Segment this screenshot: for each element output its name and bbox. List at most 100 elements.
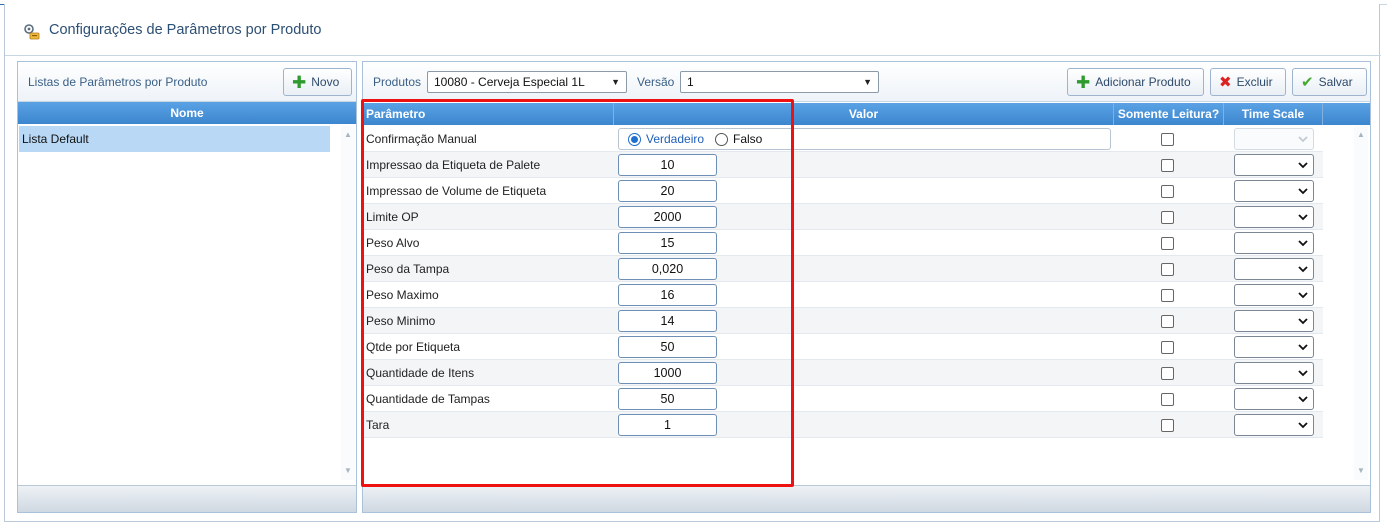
value-input[interactable]: 50 bbox=[618, 388, 717, 410]
timescale-select[interactable] bbox=[1234, 388, 1314, 410]
value-input[interactable]: 1 bbox=[618, 414, 717, 436]
parameter-lists-panel: Listas de Parâmetros por Produto ✚ Novo … bbox=[17, 61, 357, 513]
value-input[interactable]: 50 bbox=[618, 336, 717, 358]
chevron-down-icon bbox=[1298, 370, 1308, 377]
table-row: Peso Alvo 15 bbox=[363, 230, 1323, 256]
boolean-value-field: Verdadeiro Falso bbox=[618, 128, 1111, 150]
value-input[interactable]: 15 bbox=[618, 232, 717, 254]
table-row: Impressao de Volume de Etiqueta 20 bbox=[363, 178, 1323, 204]
parameter-lists-header: Listas de Parâmetros por Produto ✚ Novo bbox=[18, 62, 356, 102]
value-input[interactable]: 2000 bbox=[618, 206, 717, 228]
table-row: Peso Maximo 16 bbox=[363, 282, 1323, 308]
value-input[interactable]: 0,020 bbox=[618, 258, 717, 280]
readonly-checkbox[interactable] bbox=[1161, 367, 1174, 380]
scroll-down-icon[interactable]: ▼ bbox=[343, 466, 353, 476]
grid-header: Parâmetro Valor Somente Leitura? Time Sc… bbox=[363, 103, 1370, 125]
parameter-name: Tara bbox=[366, 418, 390, 432]
radio-true-label[interactable]: Verdadeiro bbox=[646, 132, 704, 146]
parameter-name: Quantidade de Itens bbox=[366, 366, 475, 380]
readonly-checkbox[interactable] bbox=[1161, 133, 1174, 146]
add-product-button[interactable]: ✚ Adicionar Produto bbox=[1067, 68, 1204, 96]
radio-false-label[interactable]: Falso bbox=[733, 132, 762, 146]
readonly-checkbox[interactable] bbox=[1161, 315, 1174, 328]
radio-true[interactable] bbox=[628, 133, 641, 146]
chevron-down-icon bbox=[1298, 214, 1308, 221]
table-row: Peso Minimo 14 bbox=[363, 308, 1323, 334]
column-header-timescale-label: Time Scale bbox=[1241, 107, 1305, 121]
save-button[interactable]: ✔ Salvar bbox=[1292, 68, 1367, 96]
left-scrollbar[interactable]: ▲ ▼ bbox=[341, 126, 355, 480]
timescale-select[interactable] bbox=[1234, 154, 1314, 176]
parameter-name: Impressao de Volume de Etiqueta bbox=[366, 184, 547, 198]
readonly-checkbox[interactable] bbox=[1161, 159, 1174, 172]
versao-select[interactable]: 1 ▼ bbox=[680, 71, 879, 93]
readonly-checkbox[interactable] bbox=[1161, 393, 1174, 406]
table-row: Tara 1 bbox=[363, 412, 1323, 438]
delete-button[interactable]: ✖ Excluir bbox=[1210, 68, 1286, 96]
new-list-label: Novo bbox=[311, 75, 340, 89]
add-product-label: Adicionar Produto bbox=[1095, 75, 1191, 89]
timescale-select[interactable] bbox=[1234, 336, 1314, 358]
timescale-select[interactable] bbox=[1234, 180, 1314, 202]
right-panel-footer bbox=[363, 485, 1370, 512]
column-header-valor[interactable]: Valor bbox=[614, 103, 1114, 125]
new-list-button[interactable]: ✚ Novo bbox=[283, 68, 352, 96]
readonly-checkbox[interactable] bbox=[1161, 263, 1174, 276]
left-panel-footer bbox=[18, 485, 356, 512]
column-header-readonly-label: Somente Leitura? bbox=[1117, 107, 1220, 121]
column-header-valor-label: Valor bbox=[848, 107, 879, 121]
value-input[interactable]: 14 bbox=[618, 310, 717, 332]
chevron-down-icon: ▼ bbox=[611, 77, 620, 87]
table-row: Peso da Tampa 0,020 bbox=[363, 256, 1323, 282]
list-item-label: Lista Default bbox=[22, 132, 89, 146]
chevron-down-icon bbox=[1298, 318, 1308, 325]
save-label: Salvar bbox=[1318, 75, 1353, 89]
column-header-timescale[interactable]: Time Scale bbox=[1224, 103, 1323, 125]
timescale-select[interactable] bbox=[1234, 258, 1314, 280]
parameter-name: Confirmação Manual bbox=[366, 132, 477, 146]
parameter-name: Peso Minimo bbox=[366, 314, 436, 328]
parameter-name: Peso da Tampa bbox=[366, 262, 450, 276]
timescale-select[interactable] bbox=[1234, 362, 1314, 384]
table-row: Qtde por Etiqueta 50 bbox=[363, 334, 1323, 360]
timescale-select[interactable] bbox=[1234, 284, 1314, 306]
radio-false[interactable] bbox=[715, 133, 728, 146]
table-row: Limite OP 2000 bbox=[363, 204, 1323, 230]
column-header-readonly[interactable]: Somente Leitura? bbox=[1114, 103, 1224, 125]
timescale-select[interactable] bbox=[1234, 232, 1314, 254]
produto-label: Produtos bbox=[373, 75, 422, 89]
readonly-checkbox[interactable] bbox=[1161, 419, 1174, 432]
column-header-nome[interactable]: Nome bbox=[18, 102, 356, 124]
column-header-filler bbox=[1323, 103, 1370, 125]
produto-select[interactable]: 10080 - Cerveja Especial 1L ▼ bbox=[427, 71, 627, 93]
chevron-down-icon bbox=[1298, 292, 1308, 299]
timescale-select[interactable] bbox=[1234, 206, 1314, 228]
parameter-name: Peso Maximo bbox=[366, 288, 439, 302]
column-header-parametro[interactable]: Parâmetro bbox=[363, 103, 614, 125]
value-input[interactable]: 10 bbox=[618, 154, 717, 176]
right-scrollbar[interactable]: ▲ ▼ bbox=[1354, 126, 1368, 480]
list-item[interactable]: Lista Default bbox=[19, 126, 330, 152]
plus-icon: ✚ bbox=[292, 72, 307, 92]
readonly-checkbox[interactable] bbox=[1161, 289, 1174, 302]
produto-select-value: 10080 - Cerveja Especial 1L bbox=[434, 75, 585, 89]
timescale-select[interactable] bbox=[1234, 310, 1314, 332]
readonly-checkbox[interactable] bbox=[1161, 185, 1174, 198]
value-input[interactable]: 1000 bbox=[618, 362, 717, 384]
timescale-select[interactable] bbox=[1234, 414, 1314, 436]
parameter-lists-title: Listas de Parâmetros por Produto bbox=[28, 75, 208, 89]
readonly-checkbox[interactable] bbox=[1161, 237, 1174, 250]
scroll-up-icon[interactable]: ▲ bbox=[1356, 130, 1366, 140]
scroll-up-icon[interactable]: ▲ bbox=[343, 130, 353, 140]
parameter-config-panel: Produtos 10080 - Cerveja Especial 1L ▼ V… bbox=[362, 61, 1371, 513]
scroll-down-icon[interactable]: ▼ bbox=[1356, 466, 1366, 476]
table-row: Impressao da Etiqueta de Palete 10 bbox=[363, 152, 1323, 178]
value-input[interactable]: 16 bbox=[618, 284, 717, 306]
chevron-down-icon bbox=[1298, 240, 1308, 247]
value-input[interactable]: 20 bbox=[618, 180, 717, 202]
parameter-config-toolbar: Produtos 10080 - Cerveja Especial 1L ▼ V… bbox=[363, 62, 1370, 102]
chevron-down-icon bbox=[1298, 344, 1308, 351]
readonly-checkbox[interactable] bbox=[1161, 341, 1174, 354]
readonly-checkbox[interactable] bbox=[1161, 211, 1174, 224]
chevron-down-icon bbox=[1298, 136, 1308, 143]
